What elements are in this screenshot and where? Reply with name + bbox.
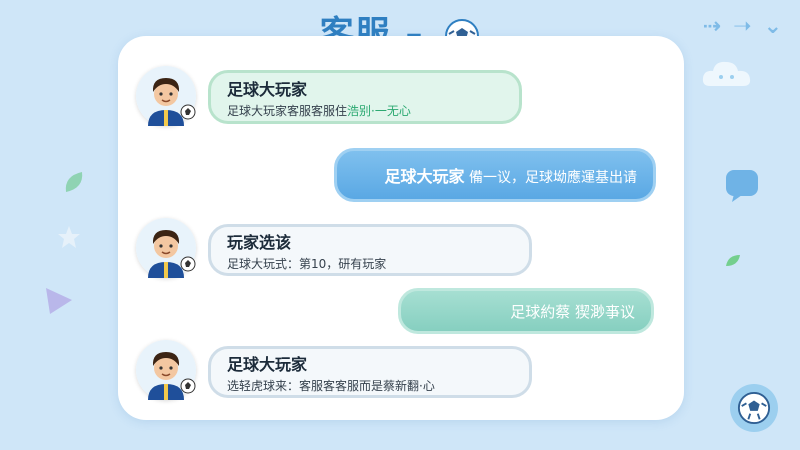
message-text: 选轻虎球来：客服客客服而是蔡新翻·心 [227,378,435,393]
sender-name: 足球大玩家 [227,354,308,374]
sender-name: 足球大玩家 [227,79,308,99]
soccer-ball-button[interactable] [730,384,778,432]
chat-bubble-incoming[interactable]: 足球大玩家 足球大玩家客服客服住浩别·一无心 [208,70,522,124]
message-text: 足球約蔡 猰渺亊议 [510,302,635,321]
avatar[interactable] [136,66,196,126]
sender-name: 玩家选该 [227,232,292,252]
chat-bubble-outgoing[interactable]: 足球約蔡 猰渺亊议 [398,288,654,334]
blue-bubble-icon [726,170,758,202]
sender-name: 足球大玩家 [384,167,465,186]
chat-bubble-incoming[interactable]: 足球大玩家 选轻虎球来：客服客客服而是蔡新翻·心 [208,346,532,398]
avatar[interactable] [136,218,196,278]
message-text: 足球大玩家 備一议，足球坳應運基出请 [384,167,637,186]
message-text: 足球大玩家客服客服住浩别·一无心 [227,103,411,118]
message-text: 足球大玩式：第10，研有玩家 [227,256,387,271]
chat-bubble-incoming[interactable]: 玩家选该 足球大玩式：第10，研有玩家 [208,224,532,276]
purple-triangle-icon [46,288,72,314]
arrow-right-icon[interactable]: ➝ [733,14,751,39]
star-icon [58,226,80,248]
message-accent-text: 浩别·一无心 [347,103,411,118]
top-nav: ⇢ ➝ ⌄ [703,14,782,39]
green-leaf-icon [65,172,83,192]
soccer-ball-icon [737,391,771,425]
chat-bubble-outgoing[interactable]: 足球大玩家 備一议，足球坳應運基出请 [334,148,656,202]
chevron-down-icon[interactable]: ⌄ [764,14,782,39]
cloud-icon [702,61,751,86]
arrow-right-icon[interactable]: ⇢ [703,14,721,39]
avatar[interactable] [136,340,196,400]
small-leaf-icon [726,255,740,266]
